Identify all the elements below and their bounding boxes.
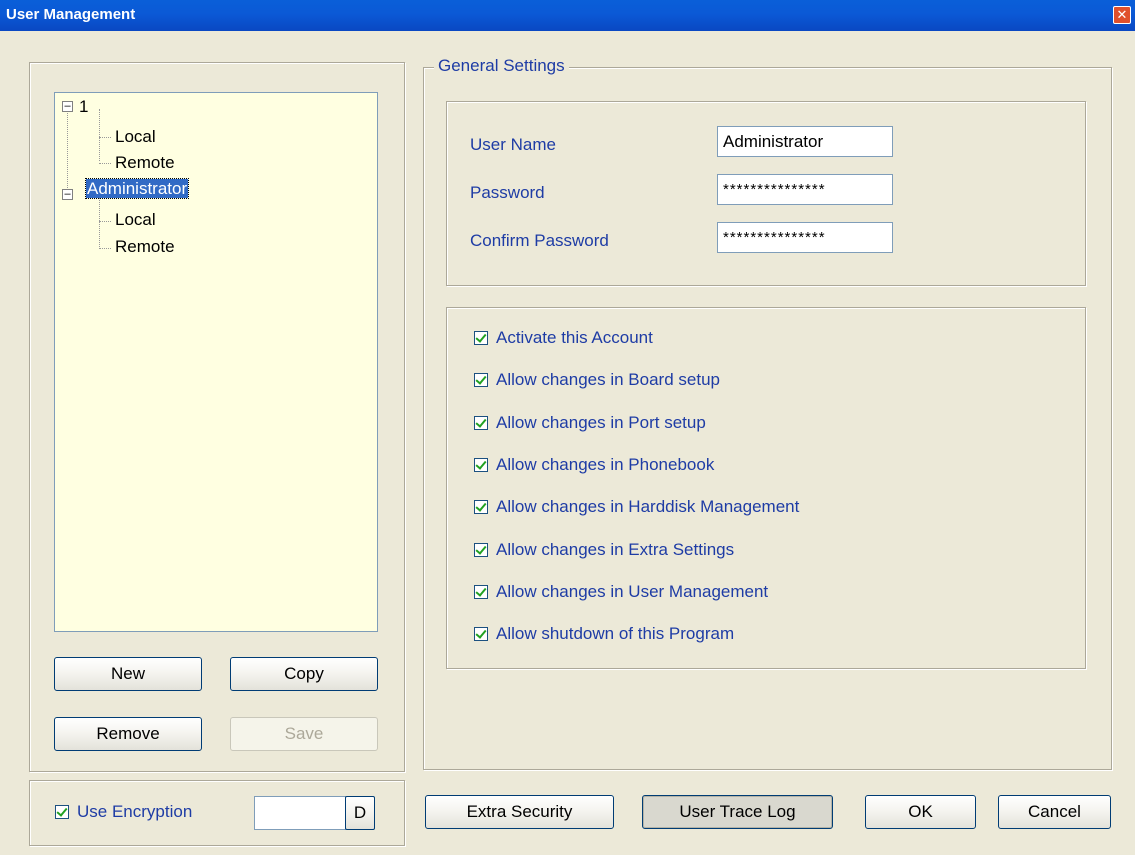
user-trace-log-button[interactable]: User Trace Log xyxy=(642,795,833,829)
user-name-label: User Name xyxy=(470,135,556,154)
perm-label: Allow changes in Extra Settings xyxy=(496,540,735,559)
perm-user-management[interactable]: Allow changes in User Management xyxy=(474,582,768,602)
perm-label: Activate this Account xyxy=(496,328,653,347)
perm-phonebook[interactable]: Allow changes in Phonebook xyxy=(474,455,714,475)
checkbox-checked-icon xyxy=(474,500,488,514)
perm-label: Allow changes in Phonebook xyxy=(496,455,715,474)
perm-label: Allow changes in Harddisk Management xyxy=(496,497,800,516)
copy-button[interactable]: Copy xyxy=(230,657,378,691)
perm-extra-settings[interactable]: Allow changes in Extra Settings xyxy=(474,540,734,560)
encryption-d-button[interactable]: D xyxy=(345,796,375,830)
confirm-password-label: Confirm Password xyxy=(470,231,609,250)
cancel-button[interactable]: Cancel xyxy=(998,795,1111,829)
use-encryption-checkbox[interactable]: Use Encryption xyxy=(55,802,192,822)
checkbox-checked-icon xyxy=(474,543,488,557)
save-button[interactable]: Save xyxy=(230,717,378,751)
tree-collapse-icon[interactable]: – xyxy=(62,101,73,112)
perm-label: Allow changes in User Management xyxy=(496,582,769,601)
tree-connector xyxy=(99,163,111,164)
close-button[interactable]: ✕ xyxy=(1113,6,1131,24)
new-button[interactable]: New xyxy=(54,657,202,691)
perm-activate-account[interactable]: Activate this Account xyxy=(474,328,653,348)
tree-connector xyxy=(99,137,111,138)
perm-shutdown-program[interactable]: Allow shutdown of this Program xyxy=(474,624,734,644)
tree-node-label: 1 xyxy=(79,97,89,116)
tree-node-remote[interactable]: Remote xyxy=(115,237,175,257)
checkbox-checked-icon xyxy=(474,458,488,472)
password-label: Password xyxy=(470,183,545,202)
perm-label: Allow changes in Board setup xyxy=(496,370,720,389)
checkbox-checked-icon xyxy=(474,331,488,345)
tree-node-local[interactable]: Local xyxy=(115,127,156,147)
user-tree[interactable]: – 1 Local Remote – Administrator Local R… xyxy=(54,92,378,632)
user-name-input[interactable]: Administrator xyxy=(717,126,893,157)
permissions-panel xyxy=(446,307,1086,669)
tree-node-remote[interactable]: Remote xyxy=(115,153,175,173)
close-icon: ✕ xyxy=(1116,7,1128,22)
window-title: User Management xyxy=(6,6,136,23)
checkbox-checked-icon xyxy=(474,373,488,387)
tree-node-local[interactable]: Local xyxy=(115,210,156,230)
checkbox-checked-icon xyxy=(474,585,488,599)
perm-port-setup[interactable]: Allow changes in Port setup xyxy=(474,413,706,433)
general-settings-title: General Settings xyxy=(434,56,569,76)
password-input[interactable]: *************** xyxy=(717,174,893,205)
tree-node-label: Remote xyxy=(115,153,175,172)
use-encryption-label: Use Encryption xyxy=(77,802,193,821)
tree-node-label: Remote xyxy=(115,237,175,256)
tree-node-label: Local xyxy=(115,127,156,146)
perm-board-setup[interactable]: Allow changes in Board setup xyxy=(474,370,720,390)
tree-node-user-selected[interactable]: Administrator xyxy=(84,178,190,199)
tree-connector xyxy=(99,248,111,249)
tree-collapse-icon[interactable]: – xyxy=(62,189,73,200)
checkbox-checked-icon xyxy=(474,627,488,641)
tree-node-user[interactable]: 1 xyxy=(79,97,88,117)
confirm-password-input[interactable]: *************** xyxy=(717,222,893,253)
tree-node-label: Local xyxy=(115,210,156,229)
tree-connector xyxy=(99,221,111,222)
ok-button[interactable]: OK xyxy=(865,795,976,829)
checkbox-checked-icon xyxy=(474,416,488,430)
tree-connector xyxy=(99,196,100,249)
remove-button[interactable]: Remove xyxy=(54,717,202,751)
extra-security-button[interactable]: Extra Security xyxy=(425,795,614,829)
encryption-key-input[interactable] xyxy=(254,796,346,830)
title-bar: User Management ✕ xyxy=(0,0,1135,31)
tree-node-label: Administrator xyxy=(84,178,190,199)
tree-connector xyxy=(99,109,100,161)
checkbox-checked-icon xyxy=(55,805,69,819)
perm-harddisk-management[interactable]: Allow changes in Harddisk Management xyxy=(474,497,799,517)
perm-label: Allow changes in Port setup xyxy=(496,413,706,432)
perm-label: Allow shutdown of this Program xyxy=(496,624,735,643)
tree-connector xyxy=(67,110,68,190)
